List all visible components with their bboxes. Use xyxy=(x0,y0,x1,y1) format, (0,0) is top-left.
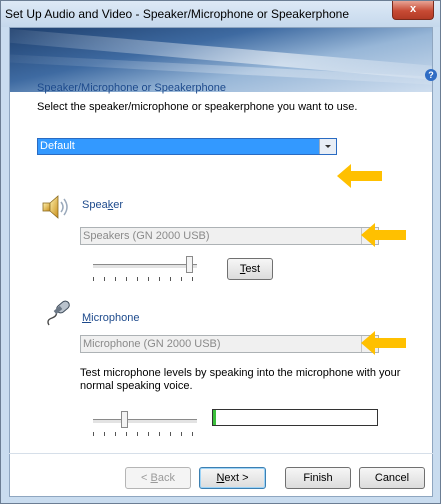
microphone-label: Microphone xyxy=(82,312,140,324)
slider-ticks xyxy=(93,432,199,436)
microphone-level-meter xyxy=(212,409,378,426)
slider-thumb[interactable] xyxy=(185,256,193,273)
annotation-arrow-icon xyxy=(337,164,382,188)
test-button-label: est xyxy=(245,263,261,275)
microphone-device-value: Microphone (GN 2000 USB) xyxy=(83,338,221,350)
next-button-label: ext > xyxy=(224,472,249,484)
cancel-button[interactable]: Cancel xyxy=(359,467,425,489)
microphone-device-select[interactable]: Microphone (GN 2000 USB) xyxy=(80,335,379,353)
slider-thumb[interactable] xyxy=(121,411,129,428)
help-icon[interactable]: ? xyxy=(425,69,437,81)
device-select[interactable]: Default xyxy=(37,138,337,155)
slider-ticks xyxy=(93,277,199,281)
speaker-device-value: Speakers (GN 2000 USB) xyxy=(83,230,210,242)
title-bar[interactable]: Set Up Audio and Video - Speaker/Microph… xyxy=(1,1,440,27)
back-button[interactable]: < Back xyxy=(125,467,191,489)
back-button-label: < xyxy=(141,472,151,484)
dialog-content xyxy=(9,27,433,497)
microphone-instruction: Test microphone levels by speaking into … xyxy=(80,367,401,392)
speaker-label-text: er xyxy=(113,199,123,211)
annotation-arrow-icon xyxy=(361,331,406,355)
back-button-accesskey: B xyxy=(150,472,158,484)
footer-divider xyxy=(9,453,433,454)
device-select-dropdown-button[interactable] xyxy=(319,139,336,154)
finish-button[interactable]: Finish xyxy=(285,467,351,489)
next-button[interactable]: Next > xyxy=(199,467,266,489)
device-select-value: Default xyxy=(40,140,75,152)
test-button[interactable]: Test xyxy=(227,258,273,280)
back-button-label: ack xyxy=(157,472,175,484)
microphone-icon xyxy=(47,300,70,326)
speaker-icon xyxy=(42,195,68,219)
speaker-volume-slider[interactable] xyxy=(83,256,203,284)
speaker-label: Speaker xyxy=(82,199,123,211)
microphone-label-accesskey: M xyxy=(82,312,92,324)
slider-track xyxy=(93,419,197,424)
section-instruction: Select the speaker/microphone or speaker… xyxy=(37,101,358,113)
annotation-arrow-icon xyxy=(361,223,406,247)
window-title: Set Up Audio and Video - Speaker/Microph… xyxy=(5,7,350,21)
slider-track xyxy=(93,264,197,269)
microphone-volume-slider[interactable] xyxy=(83,411,203,439)
microphone-label-text: icrophone xyxy=(91,312,140,324)
close-button[interactable]: x xyxy=(392,1,434,20)
speaker-label-text: Spea xyxy=(82,199,108,211)
speaker-device-select[interactable]: Speakers (GN 2000 USB) xyxy=(80,227,379,245)
setup-dialog: Set Up Audio and Video - Speaker/Microph… xyxy=(0,0,441,504)
level-meter-fill xyxy=(213,410,217,425)
section-title: Speaker/Microphone or Speakerphone xyxy=(37,82,226,94)
